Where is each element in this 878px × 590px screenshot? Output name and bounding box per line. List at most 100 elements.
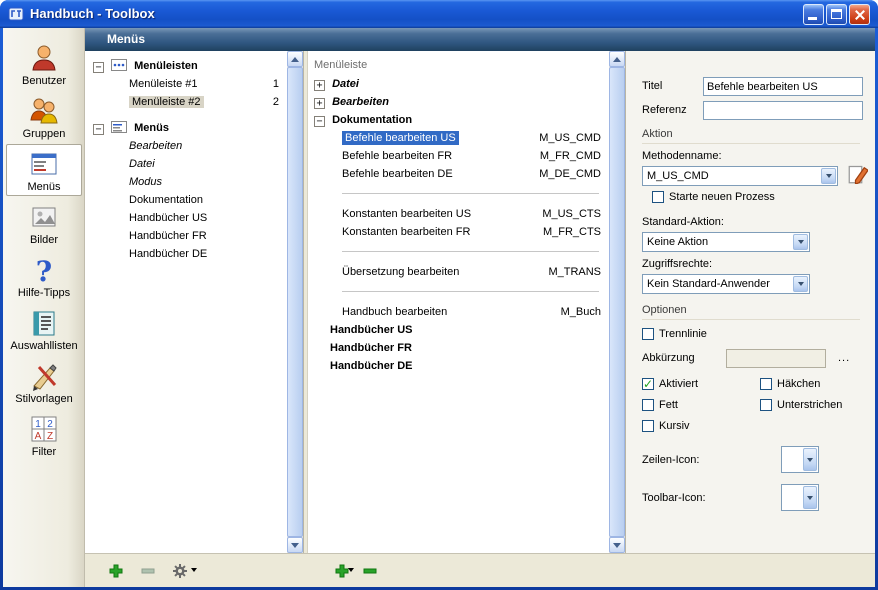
standard-aktion-dropdown[interactable]: Keine Aktion xyxy=(642,232,810,252)
menu-node-bearbeiten[interactable]: Bearbeiten xyxy=(308,93,609,111)
tree-item-dokumentation[interactable]: Dokumentation xyxy=(85,191,287,209)
sidebar-item-filter[interactable]: 1 2 A Z Filter xyxy=(6,409,82,461)
dropdown-arrow[interactable] xyxy=(793,234,808,250)
sidebar-item-gruppen[interactable]: Gruppen xyxy=(6,91,82,143)
abkuerzung-input[interactable] xyxy=(726,349,826,368)
sidebar-item-hilfe-tipps[interactable]: ? Hilfe-Tipps xyxy=(6,250,82,302)
tree-item-bearbeiten[interactable]: Bearbeiten xyxy=(85,137,287,155)
scroll-up-button[interactable] xyxy=(609,51,625,67)
menu-entry-befehle-fr[interactable]: Befehle bearbeiten FR M_FR_CMD xyxy=(308,147,609,165)
trennlinie-checkbox[interactable]: Trennlinie xyxy=(642,327,707,341)
referenz-input[interactable] xyxy=(703,101,863,120)
abkuerzung-more-button[interactable]: ... xyxy=(838,352,850,364)
dropdown-arrow[interactable] xyxy=(821,168,836,184)
remove-menu-entry-button[interactable] xyxy=(359,560,381,582)
zeilen-icon-label: Zeilen-Icon: xyxy=(642,454,699,466)
scroll-thumb[interactable] xyxy=(287,67,303,537)
method-code: M_FR_CTS xyxy=(543,223,601,241)
add-menubar-button[interactable] xyxy=(105,560,127,582)
optionen-group-label: Optionen xyxy=(642,304,860,316)
minimize-button[interactable] xyxy=(803,4,824,25)
menu-icon xyxy=(111,121,127,133)
bottom-toolbar xyxy=(85,553,875,587)
checkbox-box[interactable] xyxy=(642,378,654,390)
aktiviert-checkbox[interactable]: Aktiviert xyxy=(642,377,698,391)
tree-item-datei[interactable]: Datei xyxy=(85,155,287,173)
sidebar-item-stilvorlagen[interactable]: Stilvorlagen xyxy=(6,356,82,408)
haekchen-checkbox[interactable]: Häkchen xyxy=(760,377,820,391)
tree-item-menuleiste-1[interactable]: Menüleiste #1 1 xyxy=(85,75,287,93)
expand-icon[interactable] xyxy=(314,80,325,91)
tree-group-menuleisten[interactable]: Menüleisten xyxy=(85,57,287,75)
menu-node-datei[interactable]: Datei xyxy=(308,75,609,93)
menu-node-handbuecher-de[interactable]: Handbücher DE xyxy=(308,357,609,375)
scroll-down-button[interactable] xyxy=(609,537,625,553)
settings-button[interactable] xyxy=(169,560,191,582)
sidebar-item-menus[interactable]: Menüs xyxy=(6,144,82,196)
tree-item-handbuecher-us[interactable]: Handbücher US xyxy=(85,209,287,227)
starte-prozess-checkbox[interactable]: Starte neuen Prozess xyxy=(652,190,775,204)
checkbox-box[interactable] xyxy=(642,399,654,411)
remove-menubar-button[interactable] xyxy=(137,560,159,582)
svg-text:1: 1 xyxy=(35,419,41,430)
sidebar-item-bilder[interactable]: Bilder xyxy=(6,197,82,249)
menu-detail-panel: Menüleiste Datei Bearbeiten Dokumentatio… xyxy=(307,51,626,553)
expand-icon[interactable] xyxy=(314,98,325,109)
tree-item-modus[interactable]: Modus xyxy=(85,173,287,191)
titel-label: Titel xyxy=(642,80,662,92)
tree-group-menus[interactable]: Menüs xyxy=(85,119,287,137)
menu-entry-befehle-de[interactable]: Befehle bearbeiten DE M_DE_CMD xyxy=(308,165,609,183)
method-code: M_FR_CMD xyxy=(540,147,601,165)
tree-item-handbuecher-fr[interactable]: Handbücher FR xyxy=(85,227,287,245)
collapse-icon[interactable] xyxy=(93,62,104,73)
dropdown-arrow[interactable] xyxy=(793,276,808,292)
fett-checkbox[interactable]: Fett xyxy=(642,398,678,412)
zeilen-icon-dropdown[interactable] xyxy=(781,446,819,473)
window-body: Benutzer Gruppen Menü xyxy=(3,28,875,587)
checkbox-box[interactable] xyxy=(652,191,664,203)
titel-input[interactable] xyxy=(703,77,863,96)
users-icon xyxy=(28,95,60,127)
menu-node-handbuecher-fr[interactable]: Handbücher FR xyxy=(308,339,609,357)
tree-item-handbuecher-de[interactable]: Handbücher DE xyxy=(85,245,287,263)
menu-node-dokumentation[interactable]: Dokumentation xyxy=(308,111,609,129)
gear-icon xyxy=(172,563,188,579)
scrollbar[interactable] xyxy=(609,51,625,553)
collapse-icon[interactable] xyxy=(314,116,325,127)
tree-item-menuleiste-2[interactable]: Menüleiste #2 2 xyxy=(85,93,287,111)
sidebar-item-auswahllisten[interactable]: Auswahllisten xyxy=(6,303,82,355)
window-title: Handbuch - Toolbox xyxy=(30,0,155,27)
unterstrichen-checkbox[interactable]: Unterstrichen xyxy=(760,398,842,412)
title-bar[interactable]: Handbuch - Toolbox xyxy=(0,0,878,28)
methodenname-dropdown[interactable]: M_US_CMD xyxy=(642,166,838,186)
dropdown-arrow[interactable] xyxy=(803,486,817,509)
scrollbar[interactable] xyxy=(287,51,303,553)
checkbox-box[interactable] xyxy=(642,328,654,340)
settings-dropdown-arrow[interactable] xyxy=(191,568,197,572)
scroll-down-button[interactable] xyxy=(287,537,303,553)
checkbox-box[interactable] xyxy=(760,399,772,411)
method-code: M_Buch xyxy=(561,303,601,321)
add-entry-dropdown-arrow[interactable] xyxy=(348,568,354,572)
menu-entry-konstanten-us[interactable]: Konstanten bearbeiten US M_US_CTS xyxy=(308,205,609,223)
menu-entry-konstanten-fr[interactable]: Konstanten bearbeiten FR M_FR_CTS xyxy=(308,223,609,241)
maximize-button[interactable] xyxy=(826,4,847,25)
kursiv-checkbox[interactable]: Kursiv xyxy=(642,419,690,433)
toolbar-icon-dropdown[interactable] xyxy=(781,484,819,511)
checkbox-box[interactable] xyxy=(642,420,654,432)
zugriffsrechte-dropdown[interactable]: Kein Standard-Anwender xyxy=(642,274,810,294)
menu-separator xyxy=(308,241,609,263)
section-header: Menüs xyxy=(85,28,875,51)
checkbox-box[interactable] xyxy=(760,378,772,390)
collapse-icon[interactable] xyxy=(93,124,104,135)
menu-entry-handbuch[interactable]: Handbuch bearbeiten M_Buch xyxy=(308,303,609,321)
sidebar-item-benutzer[interactable]: Benutzer xyxy=(6,38,82,90)
scroll-thumb[interactable] xyxy=(609,67,625,537)
scroll-up-button[interactable] xyxy=(287,51,303,67)
menu-entry-befehle-us[interactable]: Befehle bearbeiten US M_US_CMD xyxy=(308,129,609,147)
close-button[interactable] xyxy=(849,4,870,25)
edit-method-button[interactable] xyxy=(848,164,868,184)
dropdown-arrow[interactable] xyxy=(803,448,817,471)
menu-node-handbuecher-us[interactable]: Handbücher US xyxy=(308,321,609,339)
menu-entry-uebersetzung[interactable]: Übersetzung bearbeiten M_TRANS xyxy=(308,263,609,281)
